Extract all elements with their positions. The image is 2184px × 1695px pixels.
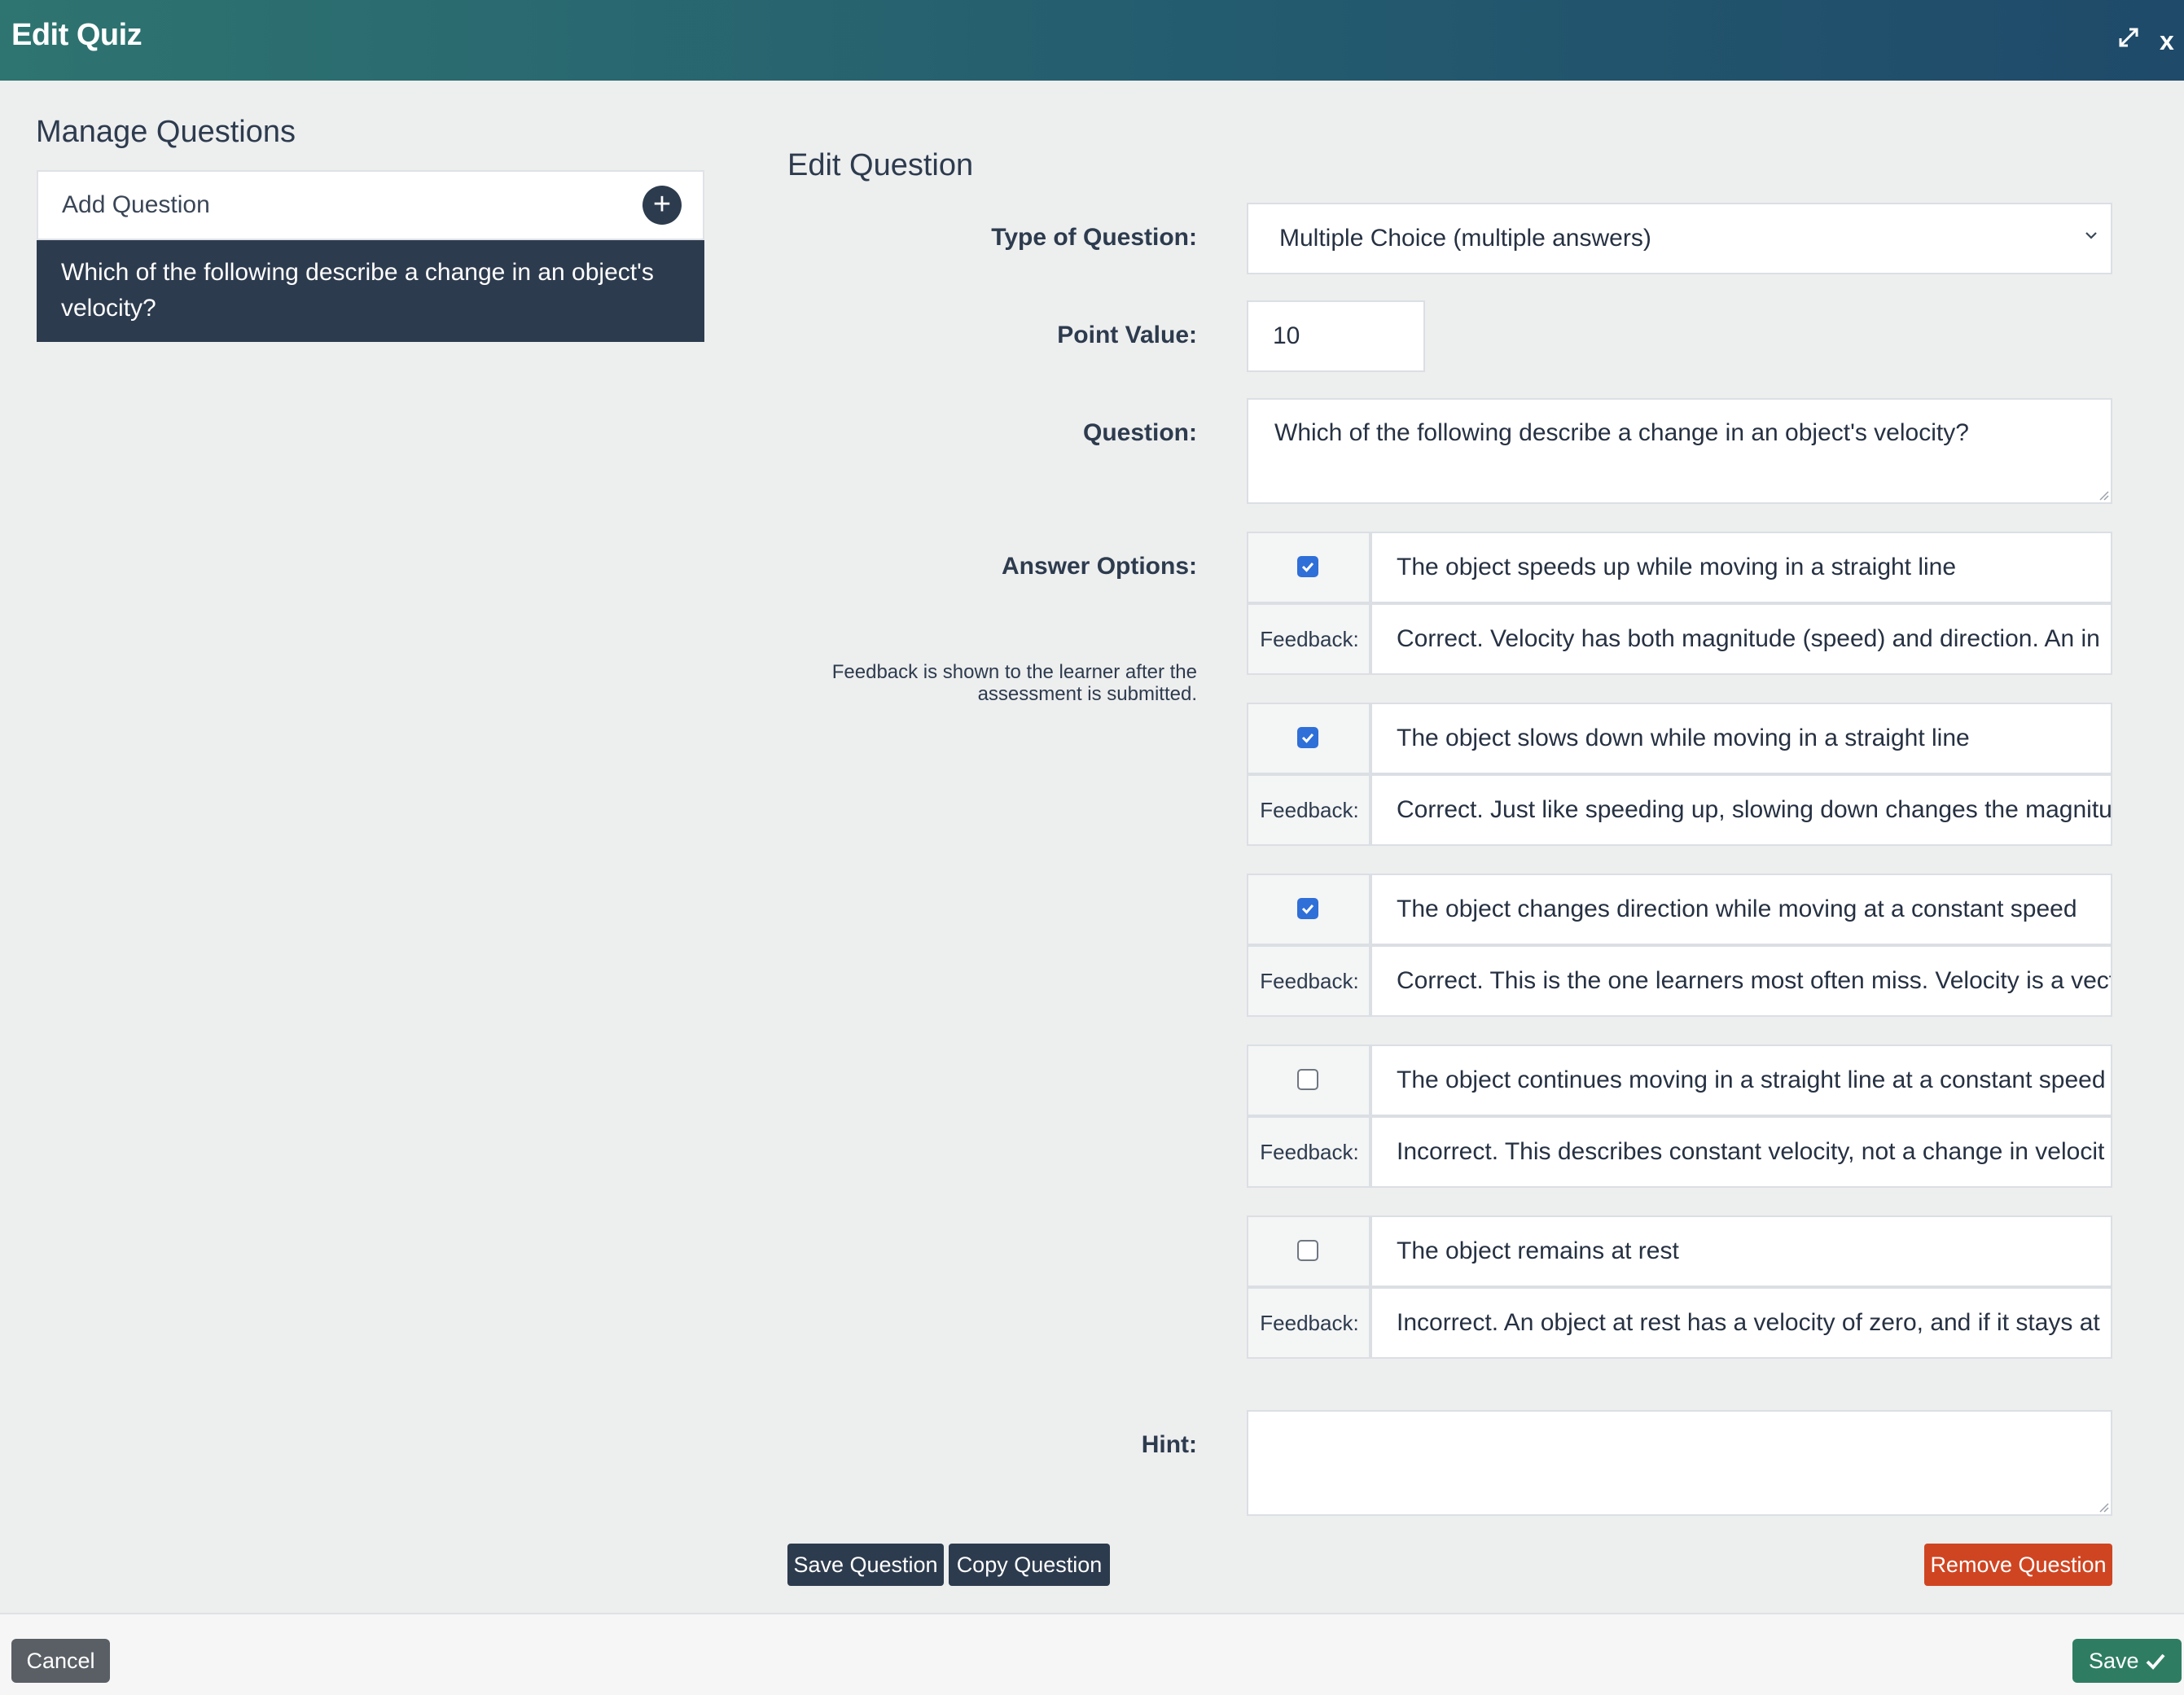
add-question-label: Add Question bbox=[62, 191, 210, 218]
answer-checkbox[interactable] bbox=[1297, 1240, 1318, 1261]
answer-option-text: The object speeds up while moving in a s… bbox=[1397, 554, 1957, 580]
answer-feedback-input[interactable]: Correct. This is the one learners most o… bbox=[1370, 945, 2112, 1017]
manage-questions-title: Manage Questions bbox=[36, 115, 296, 149]
answer-option-checkbox-cell bbox=[1247, 874, 1370, 945]
answer-checkbox[interactable] bbox=[1297, 727, 1318, 748]
question-label: Question: bbox=[1083, 419, 1197, 446]
answer-option-text-input[interactable]: The object remains at rest bbox=[1370, 1215, 2112, 1287]
answer-option-text-input[interactable]: The object slows down while moving in a … bbox=[1370, 703, 2112, 774]
answer-feedback-input[interactable]: Correct. Just like speeding up, slowing … bbox=[1370, 774, 2112, 846]
answer-feedback-input[interactable]: Correct. Velocity has both magnitude (sp… bbox=[1370, 603, 2112, 675]
feedback-label-cell: Feedback: bbox=[1247, 1116, 1370, 1188]
modal-header: Edit Quiz x bbox=[0, 0, 2184, 81]
chevron-down-icon bbox=[2085, 232, 2097, 239]
feedback-label-cell: Feedback: bbox=[1247, 1287, 1370, 1359]
feedback-label: Feedback: bbox=[1260, 1311, 1359, 1335]
answer-option-text-input[interactable]: The object changes direction while movin… bbox=[1370, 874, 2112, 945]
answer-checkbox[interactable] bbox=[1297, 898, 1318, 919]
type-of-question-label: Type of Question: bbox=[991, 224, 1197, 251]
close-icon[interactable]: x bbox=[2160, 24, 2174, 57]
answer-feedback-input[interactable]: Incorrect. This describes constant veloc… bbox=[1370, 1116, 2112, 1188]
answer-option-text: The object remains at rest bbox=[1397, 1237, 1679, 1264]
modal-body: Manage Questions Add Question + Which of… bbox=[0, 81, 2184, 1613]
copy-question-button[interactable]: Copy Question bbox=[949, 1544, 1110, 1586]
add-question-row: Add Question + bbox=[37, 170, 704, 240]
question-type-select[interactable]: Multiple Choice (multiple answers) bbox=[1247, 203, 2112, 274]
question-text: Which of the following describe a change… bbox=[1274, 419, 1969, 446]
cancel-button[interactable]: Cancel bbox=[11, 1639, 110, 1683]
answer-checkbox[interactable] bbox=[1297, 556, 1318, 577]
answer-option-text-input[interactable]: The object continues moving in a straigh… bbox=[1370, 1045, 2112, 1116]
answer-options-help: Feedback is shown to the learner after t… bbox=[831, 661, 1197, 705]
feedback-label-cell: Feedback: bbox=[1247, 945, 1370, 1017]
save-button-label: Save bbox=[2089, 1649, 2139, 1673]
answer-feedback-text: Incorrect. An object at rest has a veloc… bbox=[1397, 1309, 2100, 1336]
question-textarea[interactable]: Which of the following describe a change… bbox=[1247, 398, 2112, 504]
answer-option-checkbox-cell bbox=[1247, 703, 1370, 774]
feedback-label: Feedback: bbox=[1260, 1140, 1359, 1164]
answer-option-checkbox-cell bbox=[1247, 1045, 1370, 1116]
answer-feedback-text: Incorrect. This describes constant veloc… bbox=[1397, 1138, 2105, 1165]
answer-option-checkbox-cell bbox=[1247, 1215, 1370, 1287]
feedback-label-cell: Feedback: bbox=[1247, 603, 1370, 675]
feedback-label-cell: Feedback: bbox=[1247, 774, 1370, 846]
answer-feedback-text: Correct. Velocity has both magnitude (sp… bbox=[1397, 625, 2100, 652]
checkmark-icon bbox=[1301, 734, 1314, 743]
checkmark-icon bbox=[1301, 904, 1314, 914]
point-value-label: Point Value: bbox=[1057, 322, 1197, 348]
resize-grip-icon[interactable] bbox=[2096, 1500, 2109, 1513]
question-type-value: Multiple Choice (multiple answers) bbox=[1279, 225, 1651, 252]
resize-grip-icon[interactable] bbox=[2096, 488, 2109, 501]
answer-feedback-text: Correct. Just like speeding up, slowing … bbox=[1397, 796, 2112, 823]
question-list-item[interactable]: Which of the following describe a change… bbox=[37, 240, 704, 342]
answer-option-text: The object changes direction while movin… bbox=[1397, 896, 2077, 922]
answer-option-text-input[interactable]: The object speeds up while moving in a s… bbox=[1370, 532, 2112, 603]
remove-question-button[interactable]: Remove Question bbox=[1924, 1544, 2112, 1586]
answer-option-text: The object slows down while moving in a … bbox=[1397, 725, 1970, 751]
point-value-input[interactable]: 10 bbox=[1247, 300, 1425, 372]
answer-feedback-input[interactable]: Incorrect. An object at rest has a veloc… bbox=[1370, 1287, 2112, 1359]
checkmark-icon bbox=[1301, 563, 1314, 572]
save-button[interactable]: Save bbox=[2072, 1639, 2182, 1683]
edit-question-title: Edit Question bbox=[787, 148, 974, 182]
modal-footer: Cancel Save bbox=[0, 1613, 2184, 1695]
modal-title: Edit Quiz bbox=[11, 18, 143, 52]
answer-option-checkbox-cell bbox=[1247, 532, 1370, 603]
answer-checkbox[interactable] bbox=[1297, 1069, 1318, 1090]
hint-label: Hint: bbox=[1141, 1431, 1197, 1458]
checkmark-icon bbox=[2146, 1653, 2165, 1670]
feedback-label: Feedback: bbox=[1260, 798, 1359, 822]
expand-icon[interactable] bbox=[2116, 24, 2142, 50]
answer-feedback-text: Correct. This is the one learners most o… bbox=[1397, 967, 2112, 994]
add-question-button[interactable]: + bbox=[642, 186, 682, 225]
save-question-button[interactable]: Save Question bbox=[787, 1544, 944, 1586]
feedback-label: Feedback: bbox=[1260, 627, 1359, 651]
hint-textarea[interactable] bbox=[1247, 1410, 2112, 1516]
feedback-label: Feedback: bbox=[1260, 969, 1359, 993]
answer-option-text: The object continues moving in a straigh… bbox=[1397, 1066, 2106, 1093]
point-value-text: 10 bbox=[1273, 322, 1300, 349]
answer-options-label: Answer Options: bbox=[1001, 553, 1197, 580]
